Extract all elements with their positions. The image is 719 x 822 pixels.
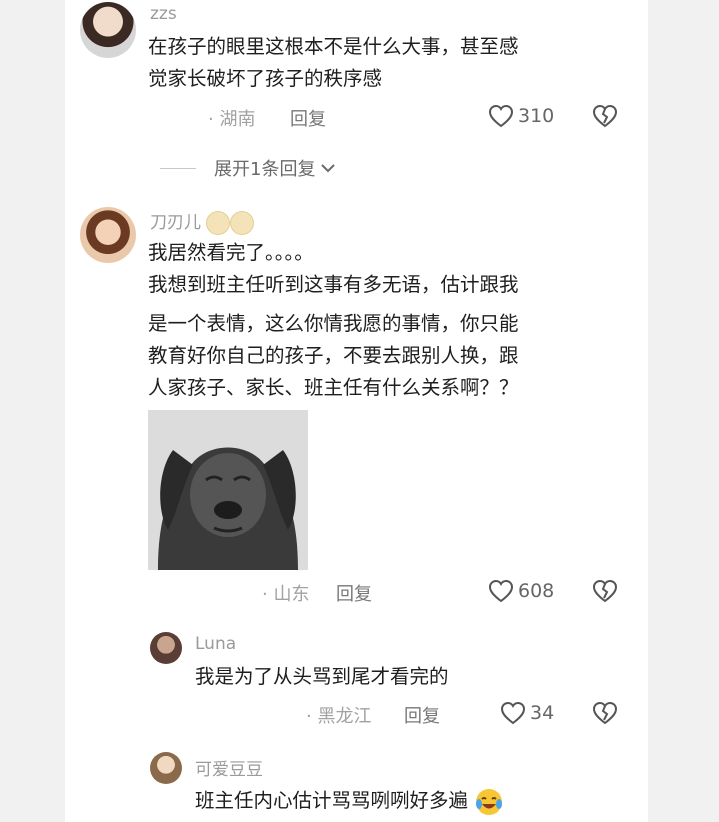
comment-text-line: 我想到班主任听到这事有多无语，估计跟我 — [148, 273, 519, 296]
reply-button[interactable]: 回复 — [336, 580, 372, 606]
reply-button[interactable]: 回复 — [290, 105, 326, 131]
divider — [160, 167, 196, 169]
expand-replies-button[interactable]: 展开1条回复 — [160, 155, 337, 181]
reply-text: 我是为了从头骂到尾才看完的 — [195, 665, 449, 688]
broken-heart-icon — [592, 701, 618, 725]
broken-heart-icon — [592, 579, 618, 603]
like-count: 310 — [518, 105, 555, 127]
avatar[interactable] — [80, 2, 136, 58]
emoji-icon — [230, 211, 255, 235]
like-button[interactable]: 608 — [488, 579, 554, 603]
comment-location: · 山东 — [262, 584, 310, 605]
reply-button[interactable]: 回复 — [404, 702, 440, 728]
emoji-icon — [206, 211, 231, 235]
meme-image[interactable] — [148, 410, 308, 570]
dog-meme-icon — [148, 410, 308, 570]
heart-outline-icon — [488, 104, 514, 128]
comment-text-line: 觉家长破坏了孩子的秩序感 — [148, 67, 383, 90]
broken-heart-icon — [592, 104, 618, 128]
dislike-button[interactable] — [592, 104, 618, 132]
like-button[interactable]: 34 — [500, 701, 554, 725]
like-count: 34 — [530, 702, 555, 724]
like-button[interactable]: 310 — [488, 104, 554, 128]
dislike-button[interactable] — [592, 701, 618, 729]
chevron-down-icon — [321, 164, 336, 173]
reply-username[interactable]: Luna — [195, 634, 236, 654]
comment-text-line: 我居然看完了。。。。 — [148, 241, 314, 264]
laughing-crying-emoji-icon — [476, 788, 503, 815]
comment-text-line: 教育好你自己的孩子，不要去跟别人换，跟 — [148, 344, 519, 367]
comment-text-line: 在孩子的眼里这根本不是什么大事，甚至感 — [148, 35, 519, 58]
like-count: 608 — [518, 580, 555, 602]
reply-text: 班主任内心估计骂骂咧咧好多遍 — [195, 785, 504, 817]
avatar[interactable] — [150, 632, 182, 664]
reply-location: · 黑龙江 — [306, 706, 372, 727]
comment-username[interactable]: zzs — [150, 4, 177, 24]
comment-text-line: 是一个表情，这么你情我愿的事情，你只能 — [148, 312, 519, 335]
comment-text-line: 人家孩子、家长、班主任有什么关系啊？？ — [148, 376, 519, 399]
comment-location: · 湖南 — [208, 109, 256, 130]
avatar[interactable] — [80, 207, 136, 263]
dislike-button[interactable] — [592, 579, 618, 607]
avatar[interactable] — [150, 752, 182, 784]
comment-username[interactable]: 刀刃儿 — [150, 208, 255, 235]
heart-outline-icon — [500, 701, 526, 725]
reply-username[interactable]: 可爱豆豆 — [195, 755, 263, 780]
expand-label: 展开1条回复 — [214, 159, 316, 180]
heart-outline-icon — [488, 579, 514, 603]
